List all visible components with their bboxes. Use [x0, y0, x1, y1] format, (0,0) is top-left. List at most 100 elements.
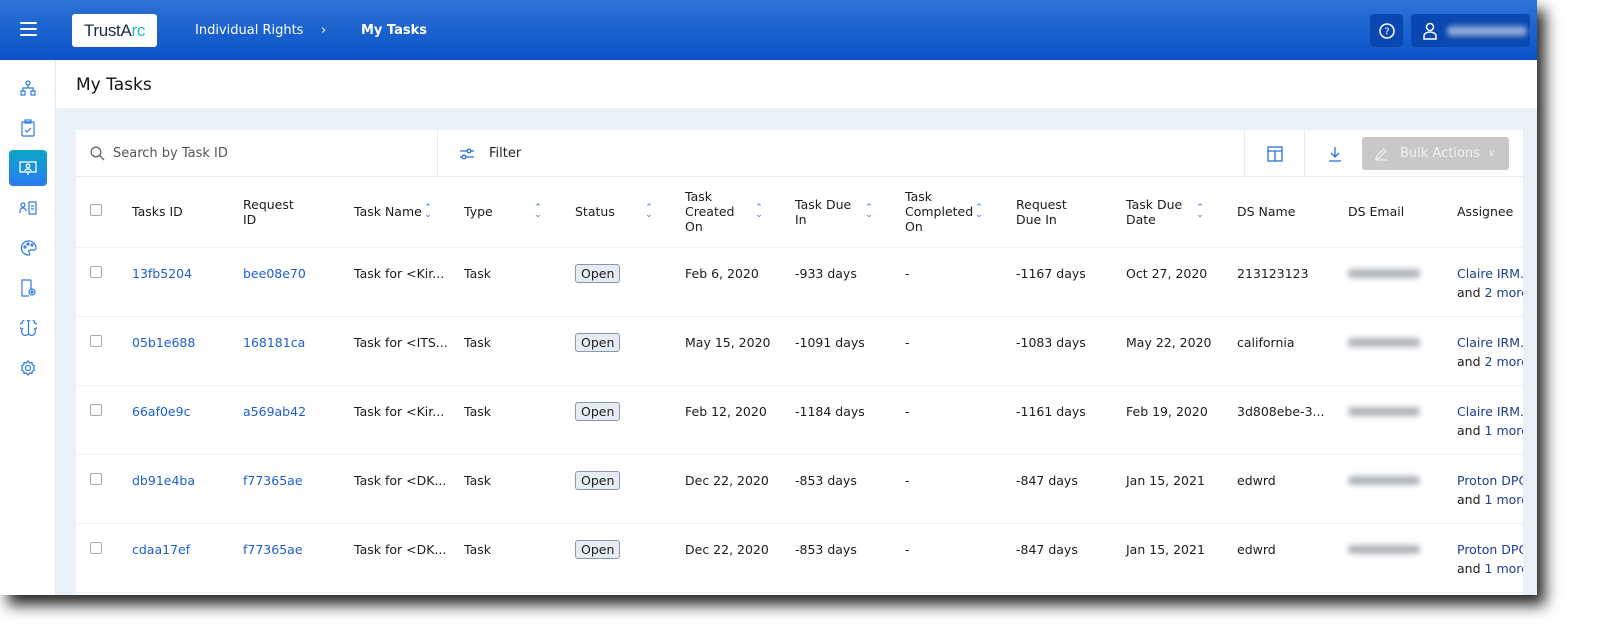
row-checkbox[interactable]: [90, 334, 102, 347]
download-icon: [1328, 146, 1341, 162]
column-header-label: Request ID: [243, 196, 294, 227]
task-due-in: -933 days: [795, 247, 905, 317]
task-due-in: -1091 days: [795, 316, 905, 386]
search-box: [76, 130, 438, 177]
request-id-link[interactable]: f77365ae: [243, 473, 303, 488]
request-id-link[interactable]: a569ab42: [243, 404, 306, 419]
request-id-link[interactable]: 168181ca: [243, 335, 305, 350]
column-header-task-due-date[interactable]: Task Due Date ⌃ ⌄: [1126, 177, 1237, 248]
ds-email-redacted: [1348, 475, 1420, 485]
sidebar: [0, 60, 56, 595]
filter-button[interactable]: Filter: [459, 130, 521, 177]
assignee-cell: Claire IRM... and 1 more: [1457, 385, 1523, 455]
user-menu-button[interactable]: [1411, 14, 1530, 47]
column-header-label: Tasks ID: [132, 204, 183, 220]
row-checkbox[interactable]: [90, 472, 102, 485]
row-checkbox[interactable]: [90, 403, 102, 416]
task-id-link[interactable]: 05b1e688: [132, 335, 195, 350]
ds-email-cell: [1348, 316, 1457, 386]
request-id-link[interactable]: f77365ae: [243, 542, 303, 557]
breadcrumb-individual-rights[interactable]: Individual Rights: [195, 23, 303, 38]
select-all-checkbox[interactable]: [90, 204, 102, 217]
table-row[interactable]: cdaa17ef f77365ae Task for <DK... Task O…: [76, 523, 1523, 593]
row-checkbox[interactable]: [90, 541, 102, 554]
trustarc-logo[interactable]: Trust Arc: [72, 14, 157, 47]
row-checkbox[interactable]: [90, 265, 102, 278]
task-id-link[interactable]: db91e4ba: [132, 473, 195, 488]
more-assignees-link[interactable]: 1 more: [1485, 423, 1523, 438]
task-created-on: May 15, 2020: [685, 316, 795, 386]
table-row[interactable]: 13fb5204 bee08e70 Task for <Kir... Task …: [76, 247, 1523, 317]
column-header-label: Task Created On: [685, 189, 735, 235]
table-row[interactable]: db91e4ba f77365ae Task for <DK... Task O…: [76, 454, 1523, 524]
sort-icon[interactable]: ⌃ ⌄: [1194, 203, 1206, 219]
column-header-label: Assignee: [1457, 204, 1514, 220]
request-id-link[interactable]: bee08e70: [243, 266, 306, 281]
row-select-cell: [76, 247, 132, 317]
sidebar-item-assessments[interactable]: [9, 110, 47, 146]
task-created-on: Feb 12, 2020: [685, 385, 795, 455]
table-row[interactable]: 66af0e9c a569ab42 Task for <Kir... Task …: [76, 385, 1523, 455]
sidebar-item-documents[interactable]: [9, 270, 47, 306]
sort-icon[interactable]: ⌃ ⌄: [422, 203, 434, 219]
task-id-link[interactable]: 66af0e9c: [132, 404, 190, 419]
column-header-task-name[interactable]: Task Name ⌃ ⌄: [354, 177, 464, 248]
task-due-date: Oct 27, 2020: [1126, 247, 1237, 317]
column-header-ds-name: DS Name: [1237, 177, 1348, 248]
sort-icon[interactable]: ⌃ ⌄: [753, 203, 765, 219]
task-id-link[interactable]: 13fb5204: [132, 266, 192, 281]
sort-icon[interactable]: ⌃ ⌄: [863, 203, 875, 219]
column-header-task-created-on[interactable]: Task Created On ⌃ ⌄: [685, 177, 795, 248]
request-due-in: -1161 days: [1016, 385, 1126, 455]
more-assignees-link[interactable]: 1 more: [1485, 492, 1523, 507]
download-button[interactable]: [1304, 130, 1364, 177]
ds-name: 213123123: [1237, 247, 1348, 317]
columns-button[interactable]: [1244, 130, 1304, 177]
user-list-icon: [19, 201, 37, 215]
user-icon: [1423, 22, 1437, 40]
request-due-in: -847 days: [1016, 454, 1126, 524]
column-header-assignee: Assignee: [1457, 177, 1523, 248]
ds-name: edwrd: [1237, 454, 1348, 524]
column-header-status[interactable]: Status ⌃ ⌄: [575, 177, 685, 248]
assignee-link[interactable]: Claire IRM...: [1457, 266, 1523, 281]
breadcrumb-chevron-icon: ›: [321, 23, 327, 38]
task-completed-on: -: [905, 523, 1016, 593]
brain-icon: [19, 320, 37, 336]
assignee-link[interactable]: Claire IRM...: [1457, 404, 1523, 419]
table-row[interactable]: 05b1e688 168181ca Task for <ITS... Task …: [76, 316, 1523, 386]
assignee-link[interactable]: Claire IRM...: [1457, 335, 1523, 350]
help-button[interactable]: ?: [1370, 14, 1403, 47]
user-name-redacted: [1447, 25, 1527, 36]
sort-icon[interactable]: ⌃ ⌄: [643, 203, 655, 219]
column-header-task-completed-on[interactable]: Task Completed On ⌃ ⌄: [905, 177, 1016, 248]
task-name: Task for <Kir...: [354, 385, 464, 455]
document-eye-icon: [21, 279, 36, 297]
assignee-link[interactable]: Proton DPO: [1457, 542, 1523, 557]
task-type: Task: [464, 454, 575, 524]
sidebar-item-users[interactable]: [9, 190, 47, 226]
more-assignees-link[interactable]: 2 more: [1485, 354, 1523, 369]
ds-email-cell: [1348, 385, 1457, 455]
column-header-task-due-in[interactable]: Task Due In ⌃ ⌄: [795, 177, 905, 248]
menu-icon[interactable]: [20, 22, 37, 36]
tasks-card: Filter Bulk Actions ∨ Tasks ID Request ID…: [76, 130, 1523, 595]
sidebar-item-network[interactable]: [9, 70, 47, 106]
more-assignees-link[interactable]: 2 more: [1485, 285, 1523, 300]
sort-icon[interactable]: ⌃ ⌄: [532, 203, 544, 219]
task-type: Task: [464, 523, 575, 593]
page-header: My Tasks: [56, 60, 1537, 108]
more-assignees-link[interactable]: 1 more: [1485, 561, 1523, 576]
sidebar-item-individual-rights[interactable]: [9, 150, 47, 186]
sidebar-item-palette[interactable]: [9, 230, 47, 266]
assignee-link[interactable]: Proton DPO: [1457, 473, 1523, 488]
bulk-actions-button[interactable]: Bulk Actions ∨: [1362, 137, 1509, 170]
search-input[interactable]: [113, 146, 413, 161]
sort-icon[interactable]: ⌃ ⌄: [973, 203, 985, 219]
sidebar-item-settings[interactable]: [9, 350, 47, 386]
sidebar-item-intelligence[interactable]: [9, 310, 47, 346]
task-due-in: -853 days: [795, 454, 905, 524]
question-circle-icon: ?: [1378, 22, 1395, 39]
task-id-link[interactable]: cdaa17ef: [132, 542, 190, 557]
column-header-type[interactable]: Type ⌃ ⌄: [464, 177, 575, 248]
